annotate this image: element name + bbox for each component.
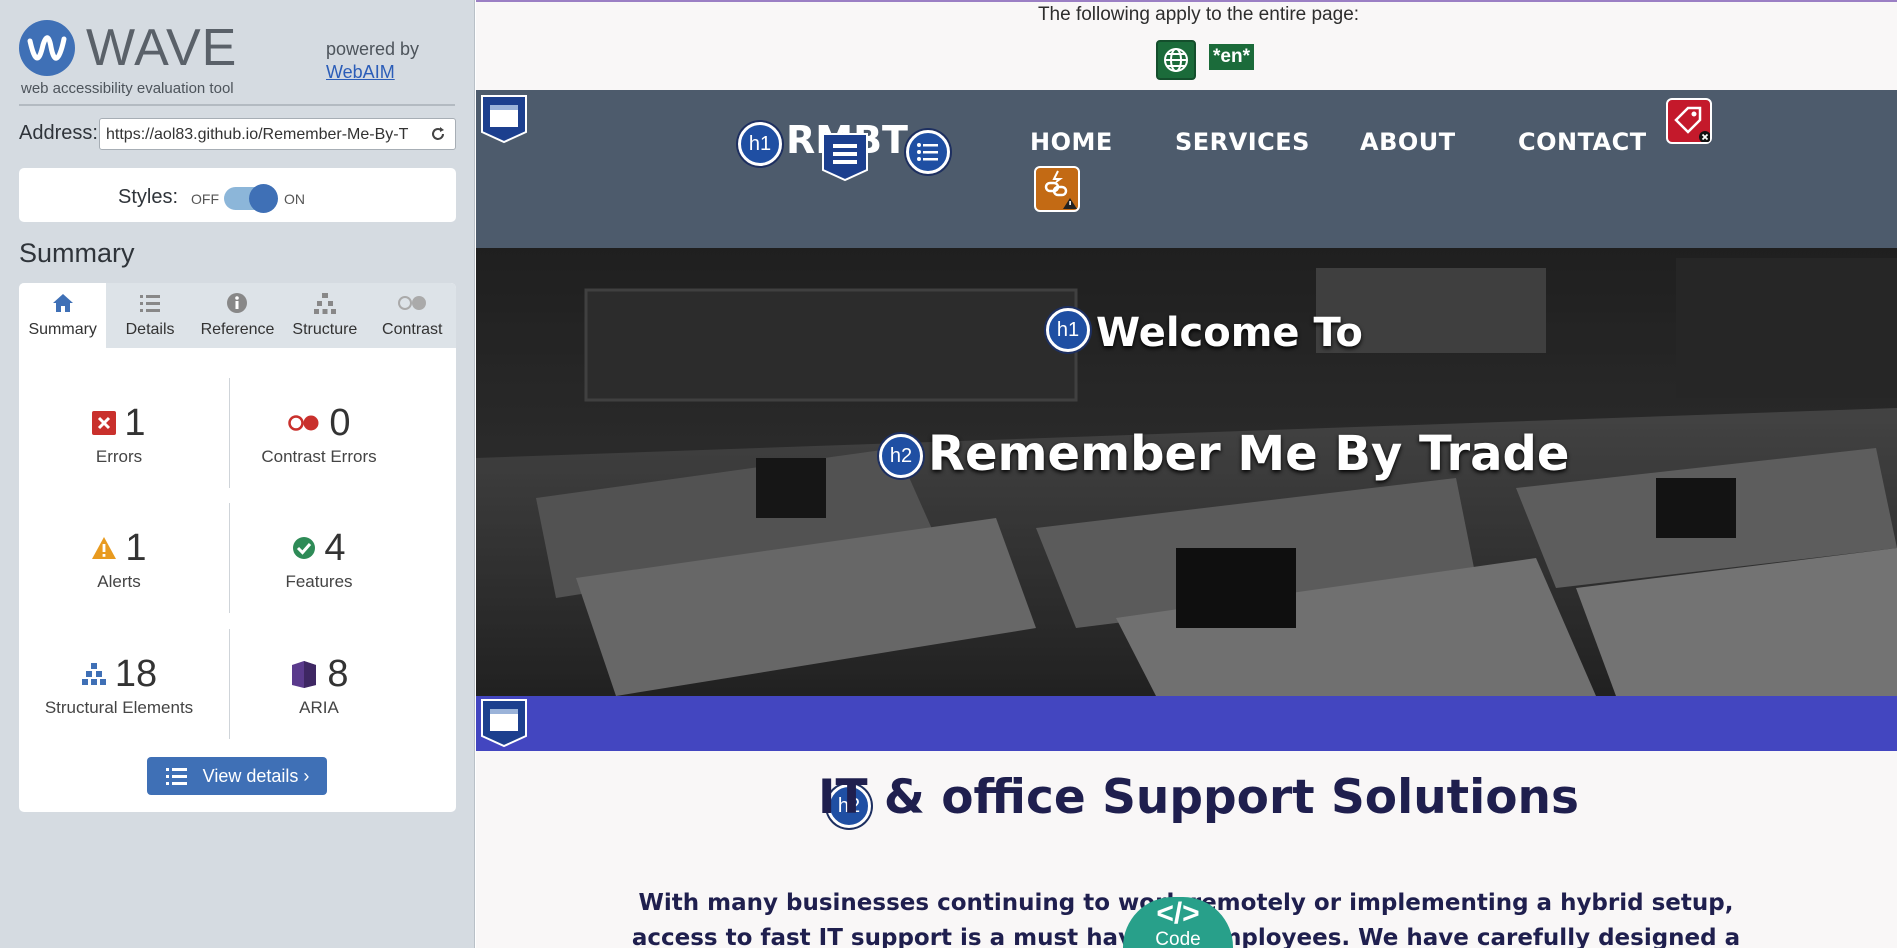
structure-icon — [81, 663, 106, 685]
reload-icon[interactable] — [428, 124, 448, 144]
error-icon — [92, 411, 117, 435]
alerts-stat[interactable]: 1 Alerts — [19, 526, 219, 592]
features-count: 4 — [324, 526, 346, 569]
tab-contrast[interactable]: Contrast — [369, 283, 456, 348]
contrast-errors-label: Contrast Errors — [261, 447, 377, 466]
contrast-error-icon — [288, 415, 319, 431]
tab-label: Structure — [292, 321, 358, 338]
contrast-errors-count: 0 — [329, 401, 351, 444]
tab-details[interactable]: Details — [106, 283, 193, 348]
aria-label: ARIA — [299, 698, 339, 717]
alert-icon — [92, 537, 117, 559]
hierarchy-icon — [313, 293, 336, 314]
tab-label: Contrast — [382, 321, 443, 338]
aria-icon — [292, 661, 317, 688]
nav-contact-link[interactable]: CONTACT — [1518, 128, 1647, 156]
address-label: Address: — [19, 122, 98, 144]
divider — [19, 104, 455, 106]
errors-label: Errors — [95, 447, 143, 466]
nav-about-link[interactable]: ABOUT — [1360, 128, 1456, 156]
section-heading: IT & office Support Solutions — [818, 770, 1579, 825]
wave-logo-icon — [19, 20, 75, 76]
summary-panel: Summary Details Reference Structure Cont… — [19, 283, 456, 812]
code-toggle-button[interactable]: </> Code — [1123, 897, 1233, 948]
language-feature-icon[interactable] — [1156, 40, 1196, 80]
address-input[interactable]: https://aol83.github.io/Remember-Me-By-T — [99, 118, 456, 150]
styles-on-label: ON — [284, 191, 305, 207]
powered-by: powered by WebAIM — [326, 38, 419, 84]
purple-band — [476, 696, 1897, 751]
code-icon: </> — [1156, 897, 1200, 930]
view-details-label: View details › — [202, 765, 310, 786]
home-icon — [52, 294, 73, 312]
h1-badge-icon[interactable]: h1 — [1046, 308, 1090, 352]
aria-stat[interactable]: 8 ARIA — [219, 652, 419, 718]
tab-label: Details — [125, 321, 175, 338]
styles-panel: Styles: OFF ON — [19, 168, 456, 222]
h1-badge-icon[interactable]: h1 — [738, 122, 782, 166]
styles-off-label: OFF — [191, 191, 219, 207]
structural-count: 18 — [114, 652, 158, 695]
page-level-note: The following apply to the entire page: — [1037, 4, 1360, 25]
webaim-link[interactable]: WebAIM — [326, 61, 419, 84]
hero-heading-2: Remember Me By Trade — [928, 426, 1570, 482]
features-stat[interactable]: 4 Features — [219, 526, 419, 592]
main-region-icon[interactable] — [480, 698, 528, 748]
error-tag-icon[interactable] — [1666, 98, 1712, 144]
nav-home-link[interactable]: HOME — [1030, 128, 1113, 156]
powered-by-text: powered by — [326, 39, 420, 59]
tab-label: Reference — [200, 321, 275, 338]
list-icon — [140, 295, 161, 312]
tab-summary[interactable]: Summary — [19, 283, 107, 348]
structural-label: Structural Elements — [44, 698, 194, 717]
info-icon — [227, 293, 248, 313]
code-label: Code — [1155, 929, 1201, 948]
errors-stat[interactable]: 1 Errors — [19, 401, 219, 467]
styles-toggle[interactable] — [224, 184, 278, 213]
link-icon — [1044, 170, 1077, 209]
aria-count: 8 — [327, 652, 349, 695]
hero-heading-1: Welcome To — [1096, 310, 1363, 356]
tab-structure[interactable]: Structure — [281, 283, 368, 348]
toggle-knob — [249, 184, 278, 213]
contrast-icon — [398, 296, 427, 310]
contrast-errors-stat[interactable]: 0 Contrast Errors — [219, 401, 419, 467]
wave-app: WAVE web accessibility evaluation tool p… — [0, 0, 1897, 948]
hero-banner: h1 Welcome To h2 Remember Me By Trade — [476, 248, 1897, 696]
tag-icon — [1674, 106, 1711, 143]
language-badge[interactable]: *en* — [1209, 44, 1254, 70]
feature-icon — [293, 537, 316, 559]
list-icon — [165, 768, 187, 785]
alerts-count: 1 — [125, 526, 147, 569]
nav-services-link[interactable]: SERVICES — [1175, 128, 1310, 156]
address-value: https://aol83.github.io/Remember-Me-By-T — [106, 126, 409, 143]
globe-icon — [1164, 48, 1188, 72]
tab-reference[interactable]: Reference — [194, 283, 281, 348]
h2-badge-icon[interactable]: h2 — [879, 434, 923, 478]
header-region-icon[interactable] — [480, 94, 528, 144]
wave-sidebar: WAVE web accessibility evaluation tool p… — [0, 0, 475, 948]
wave-subtitle: web accessibility evaluation tool — [21, 80, 234, 97]
alerts-label: Alerts — [97, 572, 141, 591]
errors-count: 1 — [124, 401, 146, 444]
tab-bar: Summary Details Reference Structure Cont… — [19, 283, 456, 348]
tab-label: Summary — [28, 321, 97, 338]
nav-region-icon[interactable] — [821, 132, 869, 182]
wave-logo-text: WAVE — [86, 19, 238, 77]
list-badge-icon[interactable] — [906, 130, 950, 174]
structural-stat[interactable]: 18 Structural Elements — [19, 652, 219, 718]
summary-heading: Summary — [19, 238, 135, 268]
features-label: Features — [285, 572, 353, 591]
broken-link-alert-icon[interactable] — [1034, 166, 1080, 212]
list-icon — [917, 143, 938, 161]
view-details-button[interactable]: View details › — [147, 757, 327, 795]
styles-label: Styles: — [118, 186, 179, 208]
page-preview: The following apply to the entire page: … — [476, 0, 1897, 948]
